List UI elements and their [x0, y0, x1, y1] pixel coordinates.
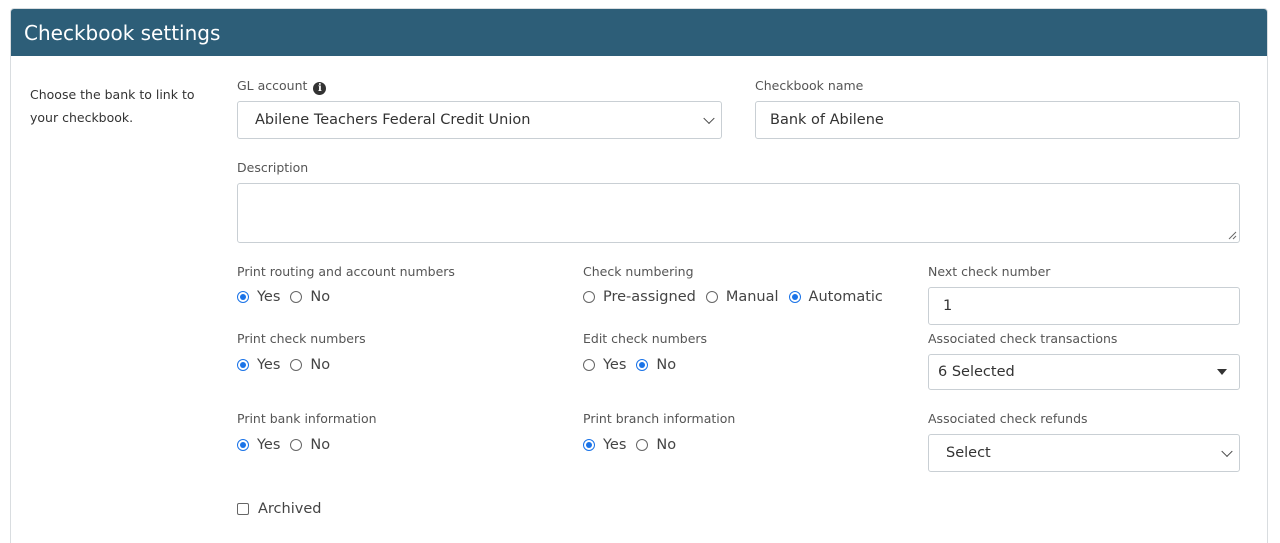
radio-checked-icon[interactable] — [237, 439, 249, 451]
radio-icon[interactable] — [290, 291, 303, 303]
option-label: No — [656, 357, 677, 373]
option-label: Yes — [603, 437, 627, 453]
option-label: No — [656, 437, 677, 453]
print-bank-info-no[interactable]: No — [290, 437, 330, 453]
print-branch-info-radio-group: Yes No — [583, 437, 686, 453]
check-numbering-automatic[interactable]: Automatic — [788, 289, 883, 305]
check-numbering-radio-group: Pre-assigned Manual Automatic — [583, 289, 893, 305]
assoc-transactions-label: Associated check transactions — [928, 331, 1118, 346]
assoc-refunds-label: Associated check refunds — [928, 411, 1088, 426]
check-numbering-manual[interactable]: Manual — [705, 289, 779, 305]
option-label: Yes — [257, 437, 281, 453]
archived-label: Archived — [258, 501, 322, 517]
chevron-down-icon — [1221, 445, 1233, 458]
radio-icon[interactable] — [705, 291, 718, 303]
archived-checkbox[interactable]: Archived — [237, 501, 321, 517]
description-textarea[interactable] — [237, 183, 1240, 243]
radio-icon[interactable] — [290, 359, 303, 371]
next-check-number-label: Next check number — [928, 264, 1051, 279]
next-check-number-input[interactable]: 1 — [928, 287, 1240, 325]
assoc-refunds-select[interactable]: Select — [928, 434, 1240, 472]
print-bank-info-radio-group: Yes No — [237, 437, 340, 453]
print-check-numbers-label: Print check numbers — [237, 331, 366, 346]
bank-link-hint: Choose the bank to link to your checkboo… — [30, 87, 195, 125]
print-routing-radio-group: Yes No — [237, 289, 340, 305]
panel-header: Checkbook settings — [11, 9, 1267, 56]
option-label: Yes — [257, 289, 281, 305]
next-check-number-value: 1 — [943, 298, 953, 314]
edit-check-numbers-no[interactable]: No — [636, 357, 676, 373]
check-numbering-pre-assigned[interactable]: Pre-assigned — [583, 289, 696, 305]
print-branch-info-yes[interactable]: Yes — [583, 437, 626, 453]
option-label: Manual — [725, 289, 779, 305]
print-routing-no[interactable]: No — [290, 289, 330, 305]
radio-icon[interactable] — [583, 359, 595, 371]
radio-icon[interactable] — [290, 439, 303, 451]
option-label: No — [310, 437, 331, 453]
chevron-down-icon — [703, 112, 715, 125]
edit-check-numbers-yes[interactable]: Yes — [583, 357, 626, 373]
radio-checked-icon[interactable] — [237, 291, 249, 303]
radio-checked-icon[interactable] — [788, 291, 801, 303]
print-bank-info-yes[interactable]: Yes — [237, 437, 280, 453]
checkbook-name-input[interactable]: Bank of Abilene — [755, 101, 1240, 139]
panel-title: Checkbook settings — [24, 20, 221, 45]
radio-checked-icon[interactable] — [237, 359, 249, 371]
print-check-numbers-no[interactable]: No — [290, 357, 330, 373]
option-label: Yes — [257, 357, 281, 373]
checkbook-settings-panel: Checkbook settings Choose the bank to li… — [10, 8, 1268, 543]
print-check-numbers-yes[interactable]: Yes — [237, 357, 280, 373]
caret-down-icon — [1217, 369, 1227, 375]
print-branch-info-no[interactable]: No — [636, 437, 676, 453]
assoc-transactions-multiselect[interactable]: 6 Selected — [928, 354, 1240, 390]
option-label: Pre-assigned — [603, 289, 696, 305]
gl-account-label-text: GL account — [237, 78, 308, 93]
gl-account-value: Abilene Teachers Federal Credit Union — [255, 112, 531, 128]
radio-icon[interactable] — [636, 439, 649, 451]
print-routing-yes[interactable]: Yes — [237, 289, 280, 305]
assoc-transactions-value: 6 Selected — [938, 364, 1015, 380]
description-label: Description — [237, 160, 309, 175]
checkbox-icon[interactable] — [237, 503, 249, 515]
gl-account-label: GL account i — [237, 78, 327, 95]
print-bank-info-label: Print bank information — [237, 411, 377, 426]
resize-handle-icon[interactable] — [1228, 231, 1237, 240]
option-label: No — [310, 289, 331, 305]
radio-checked-icon[interactable] — [636, 359, 649, 371]
edit-check-numbers-radio-group: Yes No — [583, 357, 686, 373]
print-routing-label: Print routing and account numbers — [237, 264, 455, 279]
gl-account-select[interactable]: Abilene Teachers Federal Credit Union — [237, 101, 722, 139]
radio-checked-icon[interactable] — [583, 439, 595, 451]
edit-check-numbers-label: Edit check numbers — [583, 331, 708, 346]
checkbook-name-value: Bank of Abilene — [770, 112, 884, 128]
print-check-numbers-radio-group: Yes No — [237, 357, 340, 373]
print-branch-info-label: Print branch information — [583, 411, 736, 426]
assoc-refunds-value: Select — [946, 445, 991, 461]
archived-checkbox-row: Archived — [237, 501, 331, 517]
radio-icon[interactable] — [583, 291, 595, 303]
info-icon[interactable]: i — [313, 82, 327, 95]
checkbook-name-label: Checkbook name — [755, 78, 864, 93]
check-numbering-label: Check numbering — [583, 264, 694, 279]
option-label: No — [310, 357, 331, 373]
option-label: Automatic — [808, 289, 883, 305]
option-label: Yes — [603, 357, 627, 373]
